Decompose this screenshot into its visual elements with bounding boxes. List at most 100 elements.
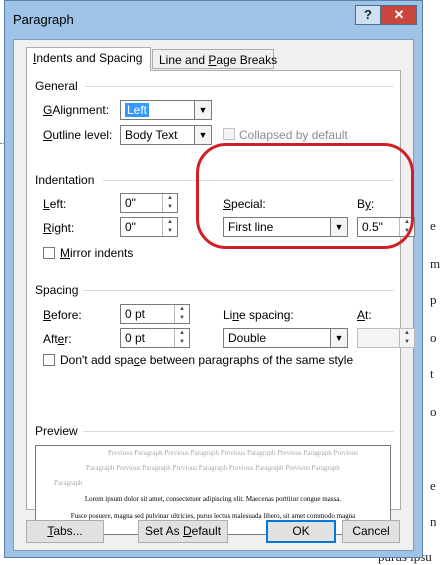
alignment-dropdown[interactable]: Left ▼ xyxy=(120,100,212,120)
general-heading: General xyxy=(35,79,78,93)
alignment-label: GAlignment: xyxy=(43,103,109,117)
right-indent-spinner[interactable]: 0" ▲ ▼ xyxy=(120,217,178,237)
at-spinner[interactable]: ▲ ▼ xyxy=(357,328,415,348)
help-button[interactable]: ? xyxy=(355,5,381,25)
spin-up-icon[interactable]: ▲ xyxy=(163,218,177,227)
left-mnemonic: L xyxy=(43,197,50,211)
spin-up-icon[interactable]: ▲ xyxy=(400,329,414,338)
close-button[interactable]: ✕ xyxy=(381,5,417,25)
document-text-fragment: e xyxy=(430,218,436,233)
left-label-text: eft: xyxy=(49,197,67,211)
preview-previous-line: Paragraph xyxy=(54,479,83,487)
alignment-label-text: Alignment: xyxy=(52,103,110,117)
right-label-text: ight: xyxy=(51,221,75,235)
dont-add-rest: e between paragraphs of the same style xyxy=(139,353,354,367)
annotation-circle xyxy=(196,143,414,249)
after-value: 0 pt xyxy=(125,331,146,345)
document-text-fragment: m xyxy=(430,256,441,271)
spinner-buttons[interactable]: ▲ ▼ xyxy=(174,329,189,347)
alignment-mnemonic: G xyxy=(43,103,53,117)
chevron-down-icon: ▼ xyxy=(330,329,347,347)
preview-current-line: Lorem ipsum dolor sit amet, consectetuer… xyxy=(84,495,342,503)
mirror-mnemonic: M xyxy=(60,246,70,260)
before-value: 0 pt xyxy=(125,307,146,321)
tab-indents-and-spacing[interactable]: Indents and Spacing xyxy=(26,47,151,71)
outline-level-label: Outline level: xyxy=(43,128,112,142)
right-indent-label: Right: xyxy=(43,221,74,235)
before-label-text: efore: xyxy=(51,308,82,322)
spin-up-icon[interactable]: ▲ xyxy=(175,305,189,314)
alignment-value: Left xyxy=(125,103,150,117)
document-text-fragment: e xyxy=(430,478,436,493)
spinner-buttons[interactable]: ▲ ▼ xyxy=(162,194,177,212)
indentation-heading: Indentation xyxy=(35,173,95,187)
outline-mnemonic: O xyxy=(43,128,53,142)
tabs-button[interactable]: Tabs... xyxy=(26,520,104,543)
preview-previous-line: Previous Paragraph Previous Paragraph Pr… xyxy=(107,449,358,457)
after-label: After: xyxy=(43,332,72,346)
tab-line-and-page-breaks[interactable]: Line and Page Breaks xyxy=(152,49,278,69)
after-label-pre: Aft xyxy=(43,332,58,346)
spin-down-icon[interactable]: ▼ xyxy=(400,338,414,347)
title-bar[interactable]: Paragraph ? ✕ xyxy=(5,1,422,39)
dialog-client: Indents and Spacing Line and Page Breaks… xyxy=(13,39,415,551)
set-as-default-pre: Set As xyxy=(144,524,183,538)
before-label: Before: xyxy=(43,308,82,322)
tab-indents-label: ndents and Spacing xyxy=(36,51,143,65)
set-as-default-button[interactable]: Set As Default xyxy=(138,520,228,543)
spin-down-icon[interactable]: ▼ xyxy=(163,227,177,236)
outline-level-dropdown[interactable]: Body Text ▼ xyxy=(120,125,212,145)
default-mnemonic: D xyxy=(183,524,192,538)
spin-down-icon[interactable]: ▼ xyxy=(175,338,189,347)
spin-down-icon[interactable]: ▼ xyxy=(163,203,177,212)
line-spacing-value: Double xyxy=(228,331,267,345)
spin-up-icon[interactable]: ▲ xyxy=(163,194,177,203)
document-text-fragment: o xyxy=(430,404,437,419)
outline-level-value: Body Text xyxy=(125,128,178,142)
dont-add-space-label: Don't add space between paragraphs of th… xyxy=(60,353,353,367)
outline-label-text: utline level: xyxy=(52,128,113,142)
line-spacing-label: Line spacing: xyxy=(223,308,294,322)
tabs-button-label: abs... xyxy=(53,524,83,538)
spin-down-icon[interactable]: ▼ xyxy=(175,314,189,323)
preview-previous-line: Paragraph Previous Paragraph Previous Pa… xyxy=(86,464,340,472)
preview-divider xyxy=(83,431,394,432)
left-indent-label: Left: xyxy=(43,197,66,211)
cancel-button[interactable]: Cancel xyxy=(342,520,400,543)
paragraph-dialog: Paragraph ? ✕ Indents and Spacing Line a… xyxy=(4,0,423,558)
right-mnemonic: R xyxy=(43,221,52,235)
spinner-buttons[interactable]: ▲ ▼ xyxy=(399,329,414,347)
dont-add-pre: Don't add spa xyxy=(60,353,134,367)
chevron-down-icon: ▼ xyxy=(194,101,211,119)
left-indent-value: 0" xyxy=(125,196,136,210)
mirror-label-text: irror indents xyxy=(70,246,134,260)
line-spacing-label-pre: Li xyxy=(223,308,233,322)
spinner-buttons[interactable]: ▲ ▼ xyxy=(162,218,177,236)
document-text-fragment: t xyxy=(430,366,434,381)
mirror-indents-checkbox[interactable] xyxy=(43,247,55,259)
spinner-buttons[interactable]: ▲ ▼ xyxy=(174,305,189,323)
dont-add-space-checkbox[interactable] xyxy=(43,354,55,366)
chevron-down-icon: ▼ xyxy=(194,126,211,144)
after-label-text: r: xyxy=(64,332,72,346)
document-text-fragment: n xyxy=(430,514,437,529)
before-spinner[interactable]: 0 pt ▲ ▼ xyxy=(120,304,190,324)
line-spacing-dropdown[interactable]: Double ▼ xyxy=(223,328,348,348)
collapsed-by-default-checkbox[interactable] xyxy=(223,128,235,140)
mirror-indents-label: Mirror indents xyxy=(60,246,133,260)
preview-heading: Preview xyxy=(35,424,78,438)
tab-lines-label: age Breaks xyxy=(216,53,278,67)
collapsed-by-default-label: Collapsed by default xyxy=(239,128,348,142)
general-divider xyxy=(85,86,394,87)
at-mnemonic: A xyxy=(357,308,366,322)
at-label: At: xyxy=(357,308,372,322)
ok-button[interactable]: OK xyxy=(266,520,336,543)
document-text-fragment: p xyxy=(430,292,437,307)
indents-and-spacing-panel: General GAlignment: Left ▼ Outline level… xyxy=(26,70,415,535)
left-indent-spinner[interactable]: 0" ▲ ▼ xyxy=(120,193,178,213)
spacing-heading: Spacing xyxy=(35,283,79,297)
spacing-divider xyxy=(83,290,394,291)
spin-up-icon[interactable]: ▲ xyxy=(175,329,189,338)
after-spinner[interactable]: 0 pt ▲ ▼ xyxy=(120,328,190,348)
document-text-fragment: o xyxy=(430,330,437,345)
